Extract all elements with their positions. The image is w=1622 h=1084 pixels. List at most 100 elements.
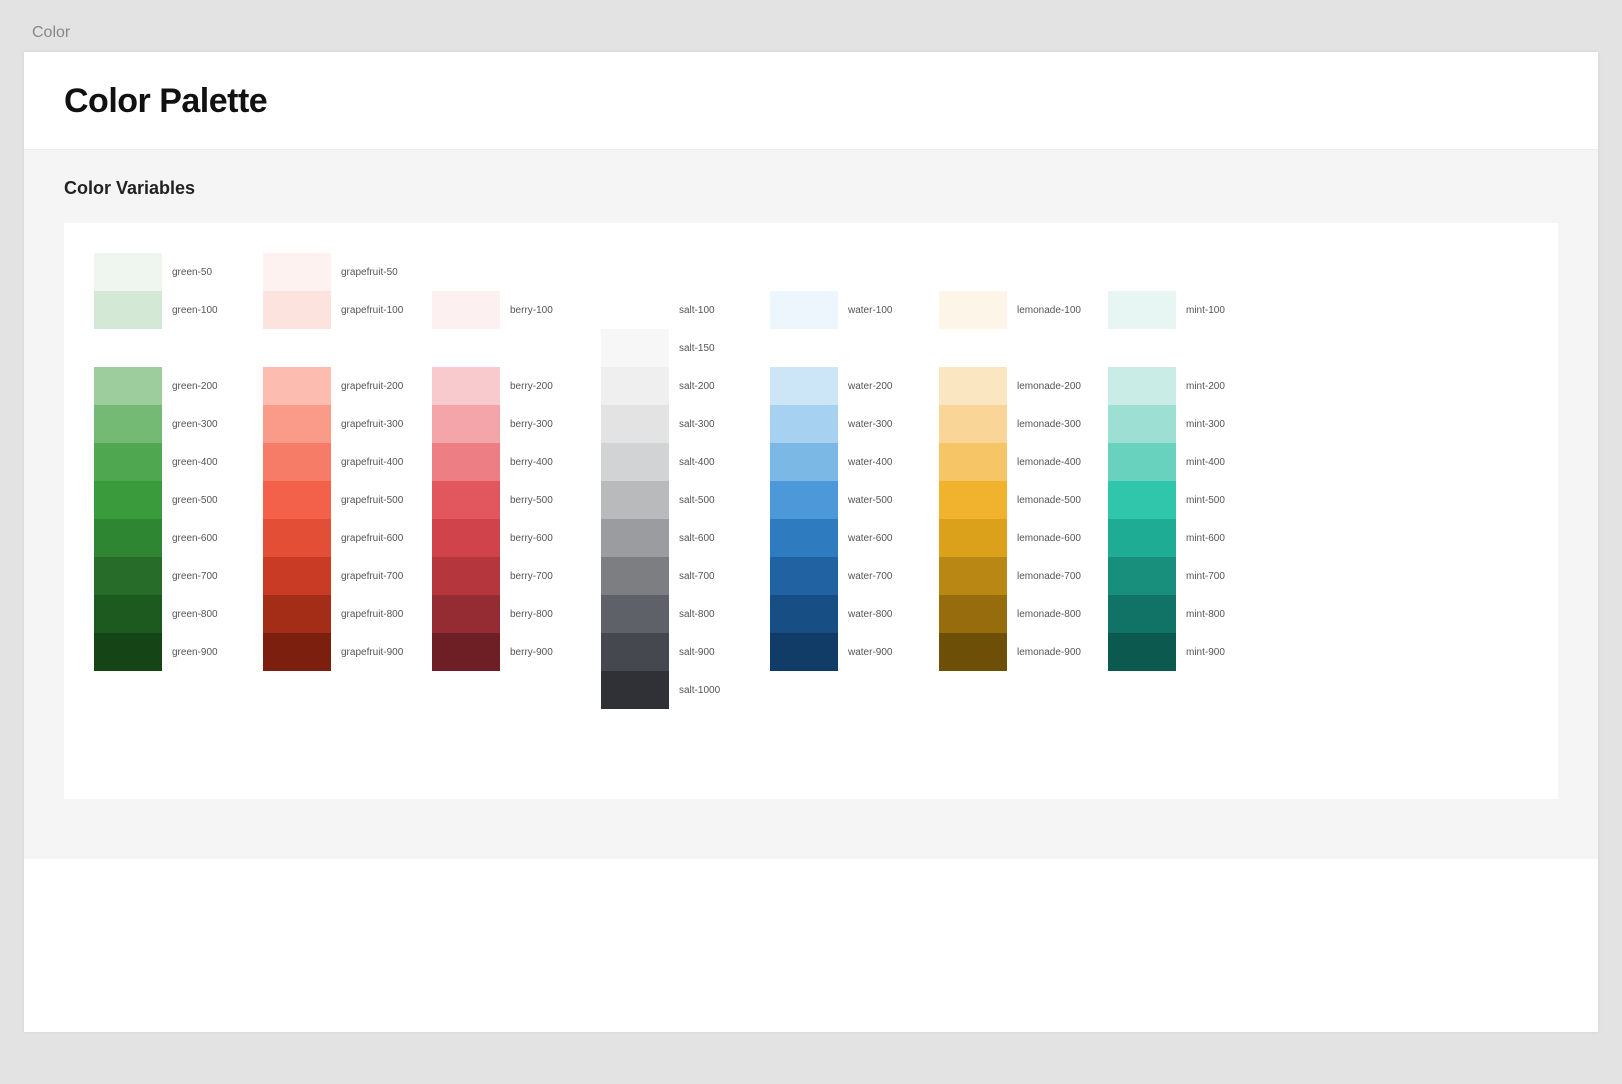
green-swatch (94, 519, 162, 557)
swatch-row: lemonade-500 (939, 481, 1094, 519)
column-water: water-100water-200water-300water-400wate… (770, 253, 925, 671)
berry-swatch (432, 443, 500, 481)
swatch-row: salt-900 (601, 633, 756, 671)
mint-swatch (1108, 405, 1176, 443)
swatch-label: mint-100 (1186, 305, 1225, 316)
mint-swatch (1108, 443, 1176, 481)
water-swatch (770, 481, 838, 519)
swatch-row: salt-1000 (601, 671, 756, 709)
swatch-label: mint-600 (1186, 533, 1225, 544)
salt-swatch (601, 291, 669, 329)
swatch-row: water-100 (770, 291, 925, 329)
section-title: Color Variables (64, 178, 1558, 199)
swatch-label: mint-400 (1186, 457, 1225, 468)
salt-swatch (601, 595, 669, 633)
top-group: berry-100 (432, 253, 587, 329)
swatch-label: grapefruit-700 (341, 571, 403, 582)
swatch-label: berry-300 (510, 419, 553, 430)
swatch-label: lemonade-500 (1017, 495, 1081, 506)
swatch-label: mint-800 (1186, 609, 1225, 620)
mint-swatch (1108, 481, 1176, 519)
swatch-row: lemonade-900 (939, 633, 1094, 671)
salt-swatch (601, 671, 669, 709)
berry-swatch (432, 367, 500, 405)
swatch-row: green-500 (94, 481, 249, 519)
salt-swatch (601, 519, 669, 557)
swatch-label: salt-150 (679, 343, 715, 354)
swatch-label: water-400 (848, 457, 892, 468)
swatch-label: green-700 (172, 571, 218, 582)
mint-swatch (1108, 367, 1176, 405)
swatch-row: mint-400 (1108, 443, 1263, 481)
main-group: water-200water-300water-400water-500wate… (770, 367, 925, 671)
palette-columns: green-50green-100green-200green-300green… (94, 253, 1528, 709)
swatch-label: water-500 (848, 495, 892, 506)
green-swatch (94, 443, 162, 481)
green-swatch (94, 367, 162, 405)
swatch-row: mint-600 (1108, 519, 1263, 557)
top-group: grapefruit-50grapefruit-100 (263, 253, 418, 329)
main-group: salt-200salt-300salt-400salt-500salt-600… (601, 367, 756, 709)
body-section: Color Variables green-50green-100green-2… (24, 150, 1598, 859)
swatch-label: salt-400 (679, 457, 715, 468)
green-swatch (94, 405, 162, 443)
column-lemonade: lemonade-100lemonade-200lemonade-300lemo… (939, 253, 1094, 671)
swatch-row: mint-300 (1108, 405, 1263, 443)
main-group: berry-200berry-300berry-400berry-500berr… (432, 367, 587, 671)
berry-swatch (432, 633, 500, 671)
swatch-label: mint-200 (1186, 381, 1225, 392)
salt-swatch (601, 367, 669, 405)
swatch-label: lemonade-200 (1017, 381, 1081, 392)
swatch-row: mint-100 (1108, 291, 1263, 329)
swatch-row: green-100 (94, 291, 249, 329)
berry-swatch (432, 405, 500, 443)
swatch-label: salt-100 (679, 305, 715, 316)
swatch-row: grapefruit-50 (263, 253, 418, 291)
swatch-label: lemonade-300 (1017, 419, 1081, 430)
green-swatch (94, 633, 162, 671)
group-separator (770, 329, 925, 367)
swatch-row: salt-500 (601, 481, 756, 519)
swatch-row: lemonade-300 (939, 405, 1094, 443)
top-group: water-100 (770, 253, 925, 329)
swatch-label: green-300 (172, 419, 218, 430)
swatch-label: mint-300 (1186, 419, 1225, 430)
swatch-row: water-800 (770, 595, 925, 633)
empty-slot (601, 253, 756, 291)
swatch-label: salt-500 (679, 495, 715, 506)
swatch-row: water-500 (770, 481, 925, 519)
swatch-label: water-200 (848, 381, 892, 392)
water-swatch (770, 519, 838, 557)
grapefruit-swatch (263, 519, 331, 557)
empty-slot (939, 253, 1094, 291)
lemonade-swatch (939, 291, 1007, 329)
mint-swatch (1108, 291, 1176, 329)
swatch-row: salt-700 (601, 557, 756, 595)
mint-swatch (1108, 633, 1176, 671)
group-separator (263, 329, 418, 367)
swatch-label: berry-400 (510, 457, 553, 468)
swatch-row: lemonade-700 (939, 557, 1094, 595)
swatch-label: salt-800 (679, 609, 715, 620)
column-mint: mint-100mint-200mint-300mint-400mint-500… (1108, 253, 1263, 671)
empty-slot (1108, 253, 1263, 291)
swatch-row: salt-300 (601, 405, 756, 443)
swatch-row: green-300 (94, 405, 249, 443)
swatch-row: berry-100 (432, 291, 587, 329)
swatch-row: water-400 (770, 443, 925, 481)
mint-swatch (1108, 595, 1176, 633)
swatch-row: berry-500 (432, 481, 587, 519)
swatch-row: water-200 (770, 367, 925, 405)
swatch-label: berry-900 (510, 647, 553, 658)
water-swatch (770, 633, 838, 671)
palette-card: green-50green-100green-200green-300green… (64, 223, 1558, 799)
swatch-row: mint-700 (1108, 557, 1263, 595)
top-group: salt-100 (601, 253, 756, 329)
swatch-row: water-600 (770, 519, 925, 557)
swatch-row: grapefruit-100 (263, 291, 418, 329)
swatch-label: grapefruit-800 (341, 609, 403, 620)
swatch-row: water-900 (770, 633, 925, 671)
page-header: Color Palette (24, 52, 1598, 150)
swatch-row: grapefruit-400 (263, 443, 418, 481)
swatch-row: berry-900 (432, 633, 587, 671)
